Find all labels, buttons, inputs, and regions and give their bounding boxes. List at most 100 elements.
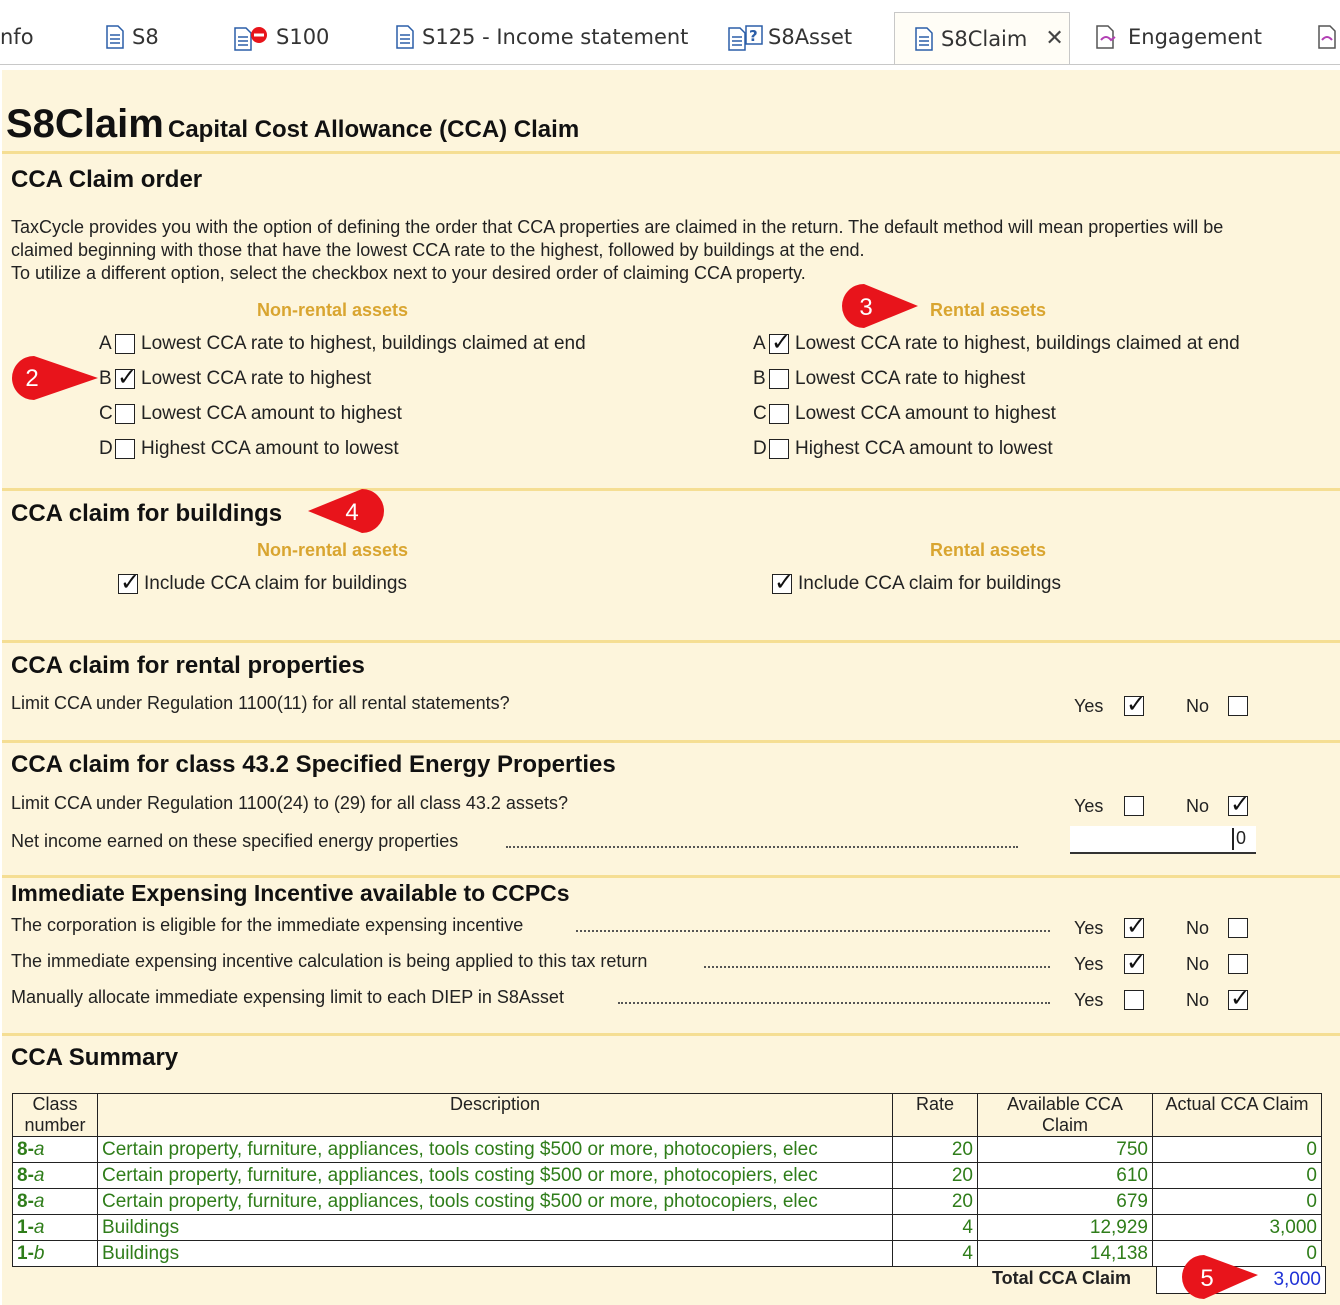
option-label: Lowest CCA rate to highest — [795, 368, 1026, 389]
section-divider — [2, 640, 1340, 643]
tab-s125[interactable]: S125 - Income statement — [396, 12, 688, 62]
tab-s8claim[interactable]: S8Claim ✕ — [894, 12, 1070, 64]
no-label: No — [1186, 696, 1210, 716]
rental-include-buildings: ✓ Include CCA claim for buildings — [772, 569, 1061, 595]
document-icon — [106, 25, 124, 49]
nonrental-option-a-checkbox[interactable] — [115, 334, 135, 354]
description-cell: Certain property, furniture, appliances,… — [97, 1162, 893, 1189]
incentive-eligible-no-checkbox[interactable] — [1228, 918, 1248, 938]
document-error-icon — [234, 25, 268, 51]
section-divider — [2, 740, 1340, 743]
energy-heading: CCA claim for class 43.2 Specified Energ… — [11, 751, 616, 778]
checkmark-icon: ✓ — [117, 363, 138, 391]
actual-cca-cell[interactable]: 3,000 — [1152, 1214, 1322, 1241]
tab-label: Engagement — [1128, 25, 1262, 49]
table-row[interactable]: 8-a Certain property, furniture, applian… — [12, 1136, 1322, 1163]
rental-limit-yes-checkbox[interactable]: ✓ — [1124, 691, 1146, 717]
table-row[interactable]: 1-b Buildings 4 14,138 0 — [12, 1240, 1322, 1267]
class-number: 8 — [17, 1164, 28, 1186]
actual-cca-cell[interactable]: 0 — [1152, 1162, 1322, 1189]
option-label: Highest CCA amount to lowest — [795, 438, 1053, 459]
actual-cca-cell[interactable]: 0 — [1152, 1188, 1322, 1215]
rate-cell: 20 — [892, 1136, 978, 1163]
energy-limit-question: Limit CCA under Regulation 1100(24) to (… — [11, 793, 568, 813]
rental-limit-no-checkbox[interactable] — [1228, 696, 1248, 716]
rental-heading: Rental assets — [930, 540, 1047, 560]
nonrental-option-c-checkbox[interactable] — [115, 404, 135, 424]
rental-option-b: B Lowest CCA rate to highest — [753, 368, 1025, 390]
rental-option-c: C Lowest CCA amount to highest — [753, 403, 1056, 425]
header-text: Claim — [1041, 1115, 1088, 1135]
claim-order-heading: CCA Claim order — [11, 166, 203, 193]
class-number-cell: 8-a — [12, 1188, 98, 1215]
rental-option-c-checkbox[interactable] — [769, 404, 789, 424]
available-cca-cell: 12,929 — [977, 1214, 1153, 1241]
nonrental-option-d-checkbox[interactable] — [115, 439, 135, 459]
tab-label: nfo — [0, 25, 34, 49]
col-actual-cca: Actual CCA Claim — [1152, 1093, 1322, 1137]
energy-limit-yes-checkbox[interactable] — [1124, 796, 1144, 816]
description-line: claimed beginning with those that have t… — [11, 240, 865, 260]
nonrental-option-b-checkbox[interactable]: ✓ — [115, 364, 137, 390]
document-icon — [396, 25, 414, 49]
checkmark-icon: ✓ — [774, 568, 795, 596]
net-income-value: 0 — [1235, 828, 1246, 848]
incentive-allocate-no-checkbox[interactable]: ✓ — [1228, 985, 1250, 1011]
nonrental-option-b: B ✓ Lowest CCA rate to highest — [99, 364, 371, 390]
close-tab-icon[interactable]: ✕ — [1045, 26, 1063, 51]
page-title: S8Claim — [6, 102, 164, 146]
option-label: Lowest CCA amount to highest — [141, 403, 402, 424]
callout-marker — [1182, 1255, 1258, 1299]
rental-option-a-checkbox[interactable]: ✓ — [769, 329, 791, 355]
option-label: Highest CCA amount to lowest — [141, 438, 399, 459]
actual-cca-cell[interactable]: 0 — [1152, 1136, 1322, 1163]
section-divider — [2, 1033, 1340, 1036]
nonrental-include-buildings: ✓ Include CCA claim for buildings — [118, 569, 407, 595]
callout-number: 4 — [345, 499, 358, 526]
table-row[interactable]: 8-a Certain property, furniture, applian… — [12, 1162, 1322, 1189]
energy-limit-no-checkbox[interactable]: ✓ — [1228, 791, 1250, 817]
no-label: No — [1186, 990, 1210, 1010]
checkmark-icon: ✓ — [1230, 790, 1251, 818]
header-text: Description — [449, 1094, 541, 1114]
tab-label: S125 - Income statement — [422, 25, 689, 49]
tab-info[interactable]: nfo — [0, 12, 34, 62]
tab-s100[interactable]: S100 — [234, 12, 329, 62]
rental-limit-question: Limit CCA under Regulation 1100(11) for … — [11, 693, 510, 713]
rental-option-a: A ✓ Lowest CCA rate to highest, building… — [753, 329, 1240, 355]
incentive-allocate-yes-checkbox[interactable] — [1124, 990, 1144, 1010]
rental-option-b-checkbox[interactable] — [769, 369, 789, 389]
no-label: No — [1186, 918, 1210, 938]
incentive-applied-yes-checkbox[interactable]: ✓ — [1124, 949, 1146, 975]
nonrental-option-d: D Highest CCA amount to lowest — [99, 438, 399, 460]
incentive-eligible-yes-checkbox[interactable]: ✓ — [1124, 913, 1146, 939]
nonrental-option-c: C Lowest CCA amount to highest — [99, 403, 402, 425]
tab-engagement[interactable]: Engagement — [1096, 12, 1262, 62]
incentive-applied-question: The immediate expensing incentive calcul… — [11, 951, 648, 971]
option-label: Include CCA claim for buildings — [798, 573, 1061, 594]
incentive-applied-no-checkbox[interactable] — [1228, 954, 1248, 974]
class-suffix: a — [33, 1164, 45, 1186]
table-row[interactable]: 1-a Buildings 4 12,929 3,000 — [12, 1214, 1322, 1241]
option-label: Lowest CCA amount to highest — [795, 403, 1056, 424]
tab-s8asset[interactable]: ? S8Asset — [728, 12, 852, 62]
document-icon — [915, 26, 933, 51]
rate-cell: 20 — [892, 1188, 978, 1215]
option-label: Lowest CCA rate to highest, buildings cl… — [141, 333, 586, 354]
class-suffix: a — [33, 1138, 45, 1160]
option-letter: B — [99, 368, 112, 389]
class-number: 1 — [17, 1242, 28, 1264]
no-label: No — [1186, 796, 1210, 816]
tab-s8[interactable]: S8 — [106, 12, 159, 62]
table-row[interactable]: 8-a Certain property, furniture, applian… — [12, 1188, 1322, 1215]
class-number: 8 — [17, 1138, 28, 1160]
tab-overflow[interactable] — [1318, 12, 1340, 62]
checkmark-icon: ✓ — [771, 328, 792, 356]
leader-dots — [506, 846, 1018, 848]
nonrental-include-buildings-checkbox[interactable]: ✓ — [118, 569, 140, 595]
rental-option-d-checkbox[interactable] — [769, 439, 789, 459]
rental-include-buildings-checkbox[interactable]: ✓ — [772, 569, 794, 595]
option-letter: D — [753, 438, 767, 459]
net-income-input[interactable]: 0 — [1070, 826, 1256, 854]
class-number-cell: 1-a — [12, 1214, 98, 1241]
